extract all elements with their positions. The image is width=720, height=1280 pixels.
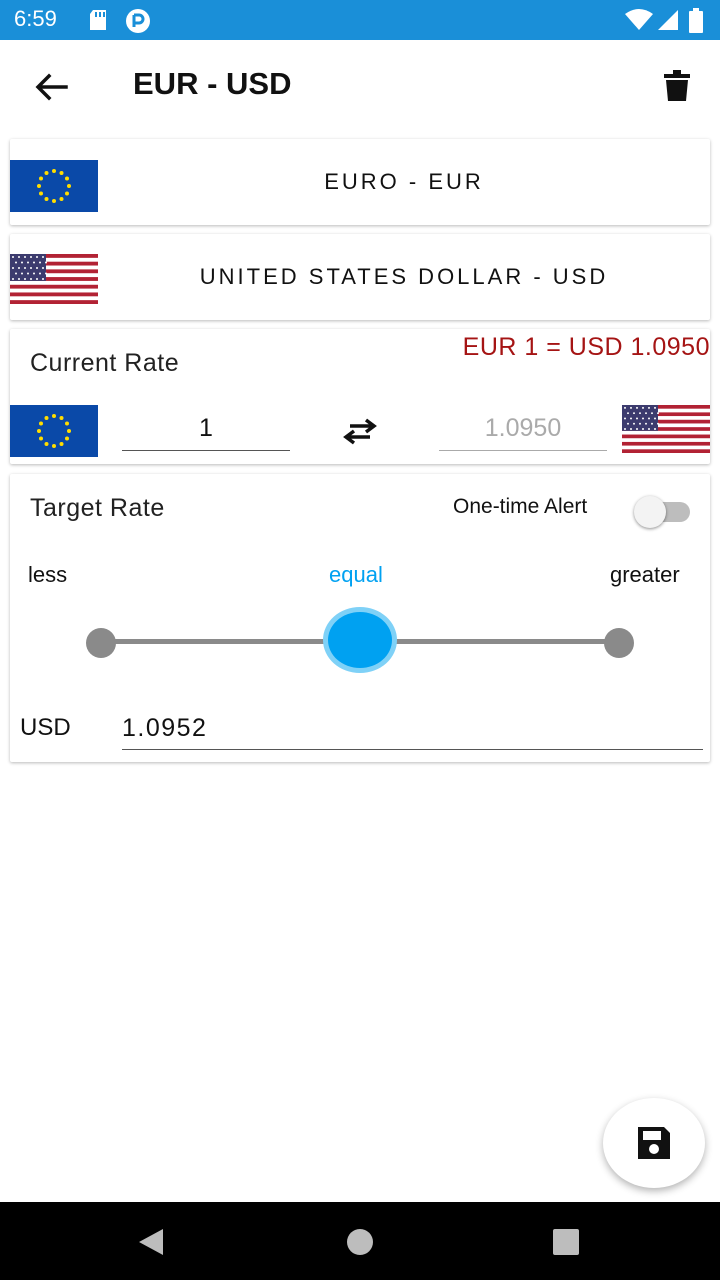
swap-button[interactable] [340, 411, 380, 451]
us-flag-icon [10, 254, 98, 305]
base-currency-card[interactable]: EURO - EUR [10, 139, 710, 225]
current-rate-value: EUR 1 = USD 1.0950 [462, 333, 710, 361]
save-icon [638, 1127, 670, 1159]
quote-currency-name: UNITED STATES DOLLAR - USD [199, 264, 609, 289]
condition-less-label[interactable]: less [28, 562, 67, 588]
quote-currency-card[interactable]: UNITED STATES DOLLAR - USD [10, 234, 710, 320]
target-currency-label: USD [20, 714, 71, 741]
navigation-bar [0, 1202, 720, 1280]
toggle-thumb [634, 496, 666, 528]
swap-arrows-icon [343, 418, 377, 445]
battery-icon [689, 8, 703, 33]
us-flag-icon [622, 405, 710, 454]
slider-stop-less[interactable] [86, 628, 116, 658]
status-bar: 6:59 [0, 0, 720, 40]
status-time: 6:59 [14, 6, 57, 31]
condition-greater-label[interactable]: greater [610, 562, 680, 588]
current-rate-title: Current Rate [30, 349, 180, 377]
signal-icon [658, 10, 678, 30]
target-rate-card: Target Rate One-time Alert less equal gr… [10, 474, 710, 762]
back-button[interactable] [28, 64, 74, 110]
condition-slider-thumb[interactable] [323, 607, 397, 673]
one-time-alert-label: One-time Alert [453, 495, 588, 518]
condition-equal-label[interactable]: equal [329, 562, 383, 588]
nav-back-icon[interactable] [136, 1227, 166, 1257]
wifi-icon [625, 9, 653, 30]
eu-flag-icon [10, 405, 98, 457]
base-amount-input[interactable]: 1 [122, 405, 290, 451]
target-rate-title: Target Rate [30, 494, 165, 522]
sd-card-icon [90, 10, 106, 30]
one-time-alert-toggle[interactable] [632, 492, 694, 528]
nav-recents-icon[interactable] [552, 1228, 580, 1256]
arrow-back-icon [35, 73, 68, 101]
page-title: EUR - USD [133, 66, 292, 101]
app-notification-icon [126, 9, 150, 33]
app-bar: EUR - USD [0, 40, 720, 132]
current-rate-card: Current Rate EUR 1 = USD 1.0950 1 1.0950 [10, 329, 710, 464]
save-button[interactable] [603, 1098, 705, 1188]
quote-amount-field: 1.0950 [439, 405, 607, 451]
nav-home-icon[interactable] [345, 1227, 375, 1257]
trash-icon [664, 70, 690, 101]
eu-flag-icon [10, 160, 98, 212]
delete-button[interactable] [655, 64, 699, 108]
base-currency-name: EURO - EUR [324, 169, 484, 194]
target-rate-input[interactable]: 1.0952 [122, 706, 703, 750]
slider-stop-greater[interactable] [604, 628, 634, 658]
